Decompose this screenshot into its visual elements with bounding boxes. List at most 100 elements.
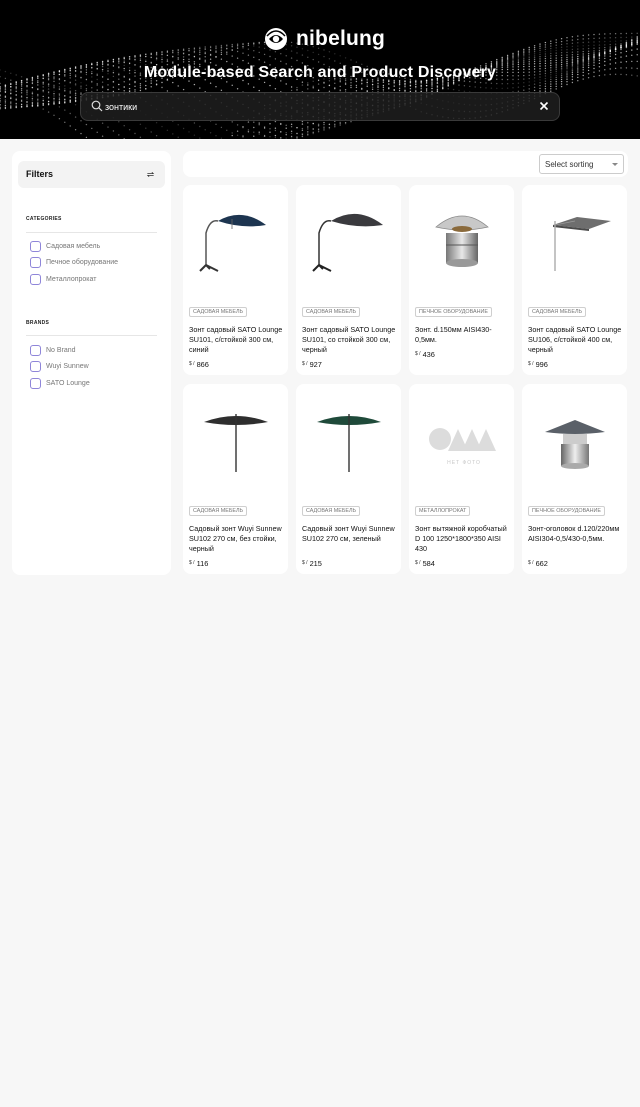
product-image bbox=[183, 384, 288, 502]
filter-option-category[interactable]: Садовая мебель bbox=[30, 240, 100, 252]
umbrella-image-icon bbox=[552, 217, 611, 271]
category-badge: ПЕЧНОЕ ОБОРУДОВАНИЕ bbox=[415, 307, 492, 317]
product-image: НЕТ ФОТО bbox=[409, 384, 514, 502]
product-price: $ /996 bbox=[528, 360, 548, 369]
checkbox[interactable] bbox=[30, 344, 41, 356]
filter-option-brand[interactable]: No Brand bbox=[30, 344, 76, 356]
chevron-down-icon bbox=[612, 163, 618, 166]
category-badge: САДОВАЯ МЕБЕЛЬ bbox=[528, 307, 587, 317]
price-value: 662 bbox=[535, 559, 548, 568]
hero-banner: nibelung Module-based Search and Product… bbox=[0, 0, 640, 139]
product-title[interactable]: Зонт-оголовок d.120/220мм AISI304-0,5/43… bbox=[528, 524, 624, 544]
price-value: 927 bbox=[309, 360, 322, 369]
filters-title: Filters bbox=[26, 169, 54, 179]
currency: $ / bbox=[302, 361, 308, 367]
product-image bbox=[296, 185, 401, 303]
product-card[interactable]: САДОВАЯ МЕБЕЛЬ Зонт садовый SATO Lounge … bbox=[296, 185, 401, 375]
umbrella-image-icon bbox=[316, 414, 381, 472]
price-value: 436 bbox=[422, 350, 435, 359]
product-card[interactable]: ПЕЧНОЕ ОБОРУДОВАНИЕ Зонт. d.150мм AISI43… bbox=[409, 185, 514, 375]
product-image bbox=[296, 384, 401, 502]
option-label: Садовая мебель bbox=[46, 242, 101, 250]
currency: $ / bbox=[528, 361, 534, 367]
filters-header: Filters bbox=[18, 161, 165, 188]
option-label: Металлопрокат bbox=[46, 275, 97, 283]
product-card[interactable]: ПЕЧНОЕ ОБОРУДОВАНИЕ Зонт-оголовок d.120/… bbox=[522, 384, 627, 574]
product-price: $ /584 bbox=[415, 559, 435, 568]
no-photo-placeholder-icon: НЕТ ФОТО bbox=[428, 428, 496, 466]
product-title[interactable]: Садовый зонт Wuyi Sunnew SU102 270 см, б… bbox=[189, 524, 285, 554]
price-value: 215 bbox=[309, 559, 322, 568]
product-image bbox=[522, 384, 627, 502]
price-value: 996 bbox=[535, 360, 548, 369]
filter-option-category[interactable]: Металлопрокат bbox=[30, 273, 96, 285]
category-badge: САДОВАЯ МЕБЕЛЬ bbox=[302, 307, 361, 317]
product-price: $ /215 bbox=[302, 559, 322, 568]
product-card[interactable]: САДОВАЯ МЕБЕЛЬ Зонт садовый SATO Lounge … bbox=[522, 185, 627, 375]
option-label: No Brand bbox=[46, 346, 76, 354]
checkbox[interactable] bbox=[30, 256, 41, 268]
product-title[interactable]: Зонт садовый SATO Lounge SU101, с/стойко… bbox=[189, 325, 285, 355]
search-input[interactable] bbox=[105, 98, 525, 116]
eye-logo-icon bbox=[265, 28, 287, 50]
price-value: 866 bbox=[196, 360, 209, 369]
price-value: 584 bbox=[422, 559, 435, 568]
price-value: 116 bbox=[196, 559, 209, 568]
hero-title: Module-based Search and Product Discover… bbox=[143, 64, 497, 81]
currency: $ / bbox=[189, 361, 195, 367]
option-label: Печное оборудование bbox=[46, 258, 118, 266]
currency: $ / bbox=[415, 351, 421, 357]
product-card[interactable]: САДОВАЯ МЕБЕЛЬ Садовый зонт Wuyi Sunnew … bbox=[296, 384, 401, 574]
search-icon bbox=[91, 100, 103, 112]
category-badge: МЕТАЛЛОПРОКАТ bbox=[415, 506, 471, 516]
divider bbox=[26, 232, 157, 233]
currency: $ / bbox=[302, 560, 308, 566]
sort-label: Select sorting bbox=[545, 159, 594, 169]
search-bar[interactable] bbox=[80, 92, 560, 121]
product-title[interactable]: Зонт вытяжной коробчатый D 100 1250*1800… bbox=[415, 524, 511, 554]
option-label: Wuyi Sunnew bbox=[46, 362, 89, 370]
brands-heading: BRANDS bbox=[26, 320, 50, 326]
currency: $ / bbox=[415, 560, 421, 566]
product-price: $ /436 bbox=[415, 350, 435, 359]
no-photo-label: НЕТ ФОТО bbox=[447, 460, 481, 466]
product-card[interactable]: САДОВАЯ МЕБЕЛЬ Садовый зонт Wuyi Sunnew … bbox=[183, 384, 288, 574]
checkbox[interactable] bbox=[30, 360, 41, 372]
umbrella-image-icon bbox=[311, 213, 383, 272]
product-title[interactable]: Зонт садовый SATO Lounge SU101, со стойк… bbox=[302, 325, 398, 355]
category-badge: САДОВАЯ МЕБЕЛЬ bbox=[302, 506, 361, 516]
brand-logo[interactable]: nibelung bbox=[264, 26, 385, 52]
checkbox[interactable] bbox=[30, 377, 41, 389]
filter-option-brand[interactable]: SATO Lounge bbox=[30, 377, 90, 389]
filter-option-category[interactable]: Печное оборудование bbox=[30, 256, 118, 268]
product-title[interactable]: Зонт садовый SATO Lounge SU106, с/стойко… bbox=[528, 325, 624, 355]
filter-option-brand[interactable]: Wuyi Sunnew bbox=[30, 360, 89, 372]
checkbox[interactable] bbox=[30, 273, 41, 285]
product-title[interactable]: Зонт. d.150мм AISI430-0,5мм. bbox=[415, 325, 511, 345]
option-label: SATO Lounge bbox=[46, 379, 90, 387]
product-image bbox=[409, 185, 514, 303]
currency: $ / bbox=[189, 560, 195, 566]
product-price: $ /927 bbox=[302, 360, 322, 369]
product-image bbox=[183, 185, 288, 303]
product-price: $ /866 bbox=[189, 360, 209, 369]
product-image bbox=[522, 185, 627, 303]
currency: $ / bbox=[528, 560, 534, 566]
umbrella-image-icon bbox=[203, 414, 268, 472]
category-badge: ПЕЧНОЕ ОБОРУДОВАНИЕ bbox=[528, 506, 605, 516]
filters-sidebar: Filters CATEGORIES Садовая мебель Печное… bbox=[12, 151, 171, 575]
umbrella-image-icon bbox=[198, 214, 266, 272]
sort-select[interactable]: Select sorting bbox=[539, 154, 624, 174]
product-card[interactable]: НЕТ ФОТО МЕТАЛЛОПРОКАТ Зонт вытяжной кор… bbox=[409, 384, 514, 574]
chimney-cap-image-icon bbox=[544, 420, 605, 469]
category-badge: САДОВАЯ МЕБЕЛЬ bbox=[189, 307, 248, 317]
brand-name: nibelung bbox=[296, 27, 386, 50]
category-badge: САДОВАЯ МЕБЕЛЬ bbox=[189, 506, 248, 516]
product-card[interactable]: САДОВАЯ МЕБЕЛЬ Зонт садовый SATO Lounge … bbox=[183, 185, 288, 375]
product-price: $ /662 bbox=[528, 559, 548, 568]
product-title[interactable]: Садовый зонт Wuyi Sunnew SU102 270 см, з… bbox=[302, 524, 398, 544]
checkbox[interactable] bbox=[30, 240, 41, 252]
chimney-cap-image-icon bbox=[434, 215, 489, 267]
clear-search-icon[interactable] bbox=[539, 101, 549, 111]
reset-filters-icon[interactable] bbox=[146, 170, 155, 179]
